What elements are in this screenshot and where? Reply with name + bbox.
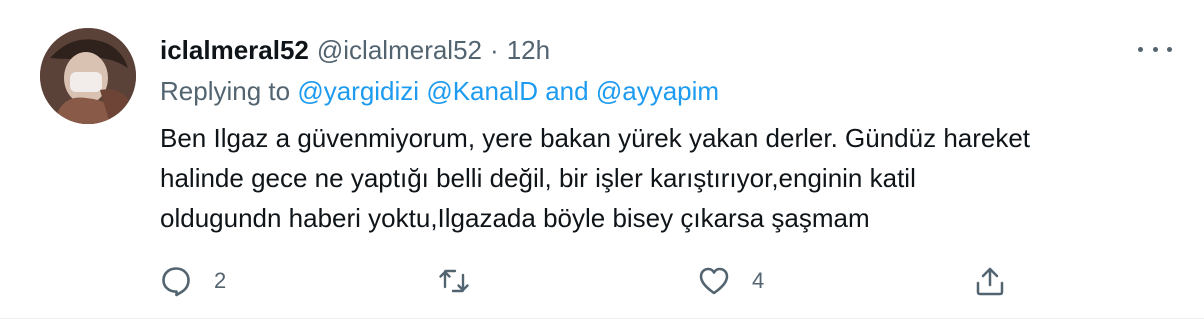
more-dot — [1152, 46, 1158, 52]
tweet-text-line: halinde gece ne yaptığı belli değil, bir… — [160, 163, 916, 193]
tweet-text: Ben Ilgaz a güvenmiyorum, yere bakan yür… — [160, 118, 1160, 238]
more-dot — [1138, 46, 1143, 52]
mention-joiner[interactable]: and — [545, 76, 588, 106]
mention-link[interactable]: @yargidizi — [297, 76, 419, 106]
tweet-text-line: oldugundn haberi yoktu,Ilgazada böyle bi… — [160, 203, 870, 233]
separator-dot: · — [490, 34, 499, 65]
replying-prefix: Replying to — [160, 76, 291, 106]
share-button[interactable] — [974, 256, 1006, 306]
tweet[interactable]: iclalmeral52 @iclalmeral52 · 12h Replyin… — [0, 0, 1204, 326]
like-count: 4 — [752, 268, 765, 293]
more-dot — [1167, 46, 1172, 52]
share-icon — [976, 267, 1004, 296]
tweet-header: iclalmeral52 @iclalmeral52 · 12h — [160, 30, 550, 70]
avatar[interactable] — [40, 28, 136, 124]
user-handle[interactable]: @iclalmeral52 — [317, 35, 482, 66]
avatar-image — [40, 28, 136, 124]
tweet-actions: 2 4 — [0, 256, 1204, 306]
mention-link[interactable]: @ayyapim — [596, 76, 719, 106]
like-button[interactable]: 4 — [698, 256, 764, 306]
retweet-button[interactable] — [438, 256, 470, 306]
mention-link[interactable]: @KanalD — [426, 76, 538, 106]
more-options-icon[interactable] — [1138, 38, 1172, 60]
divider — [0, 318, 1204, 319]
replying-to: Replying to @yargidizi @KanalD and @ayya… — [160, 76, 719, 107]
display-name[interactable]: iclalmeral52 — [160, 35, 309, 66]
tweet-text-line: Ben Ilgaz a güvenmiyorum, yere bakan yür… — [160, 123, 1031, 153]
timestamp[interactable]: 12h — [507, 35, 550, 66]
like-icon — [699, 267, 729, 295]
reply-button[interactable]: 2 — [160, 256, 226, 306]
reply-icon — [162, 267, 190, 297]
retweet-icon — [439, 269, 469, 293]
reply-count: 2 — [214, 268, 227, 293]
